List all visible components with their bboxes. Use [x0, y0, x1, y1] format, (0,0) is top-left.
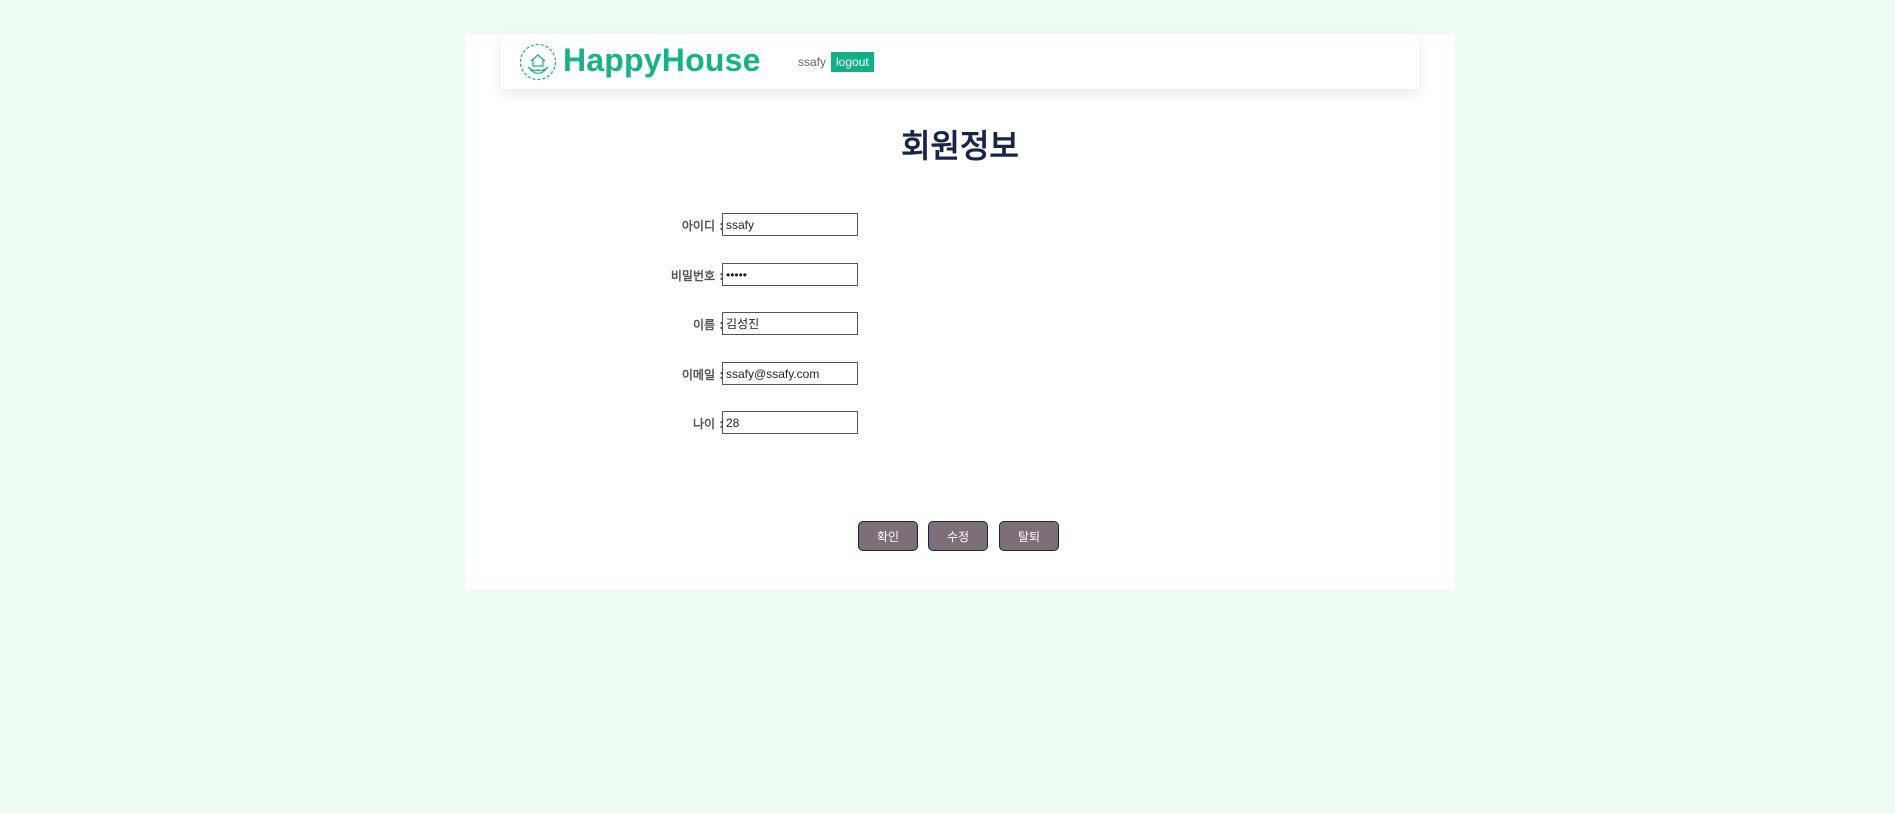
age-field[interactable] — [722, 411, 858, 434]
id-label: 아이디 : — [681, 219, 724, 233]
confirm-button[interactable]: 확인 — [858, 521, 918, 551]
age-label: 나이 : — [692, 417, 724, 431]
password-label: 비밀번호 : — [670, 269, 724, 283]
logout-button[interactable]: logout — [831, 52, 874, 72]
form-row-email: 이메일 : — [465, 362, 1455, 386]
page-title: 회원정보 — [901, 127, 1019, 165]
id-field[interactable] — [722, 213, 858, 236]
name-field[interactable] — [722, 312, 858, 335]
email-field[interactable] — [722, 362, 858, 385]
brand-logo-text[interactable]: HappyHouse — [563, 42, 761, 79]
page-container: HappyHouse ssafy logout 회원정보 아이디 : 비밀번호 … — [465, 34, 1455, 590]
username-text: ssafy — [798, 55, 827, 69]
form-row-id: 아이디 : — [465, 213, 1455, 237]
edit-button[interactable]: 수정 — [928, 521, 988, 551]
house-hands-icon[interactable] — [519, 43, 557, 81]
withdraw-button[interactable]: 탈퇴 — [999, 521, 1059, 551]
header: HappyHouse ssafy logout — [501, 34, 1419, 89]
name-label: 이름 : — [692, 318, 724, 332]
form-row-name: 이름 : — [465, 312, 1455, 336]
form-row-password: 비밀번호 : — [465, 263, 1455, 287]
form-row-age: 나이 : — [465, 411, 1455, 435]
email-label: 이메일 : — [681, 368, 724, 382]
password-field[interactable] — [722, 263, 858, 286]
